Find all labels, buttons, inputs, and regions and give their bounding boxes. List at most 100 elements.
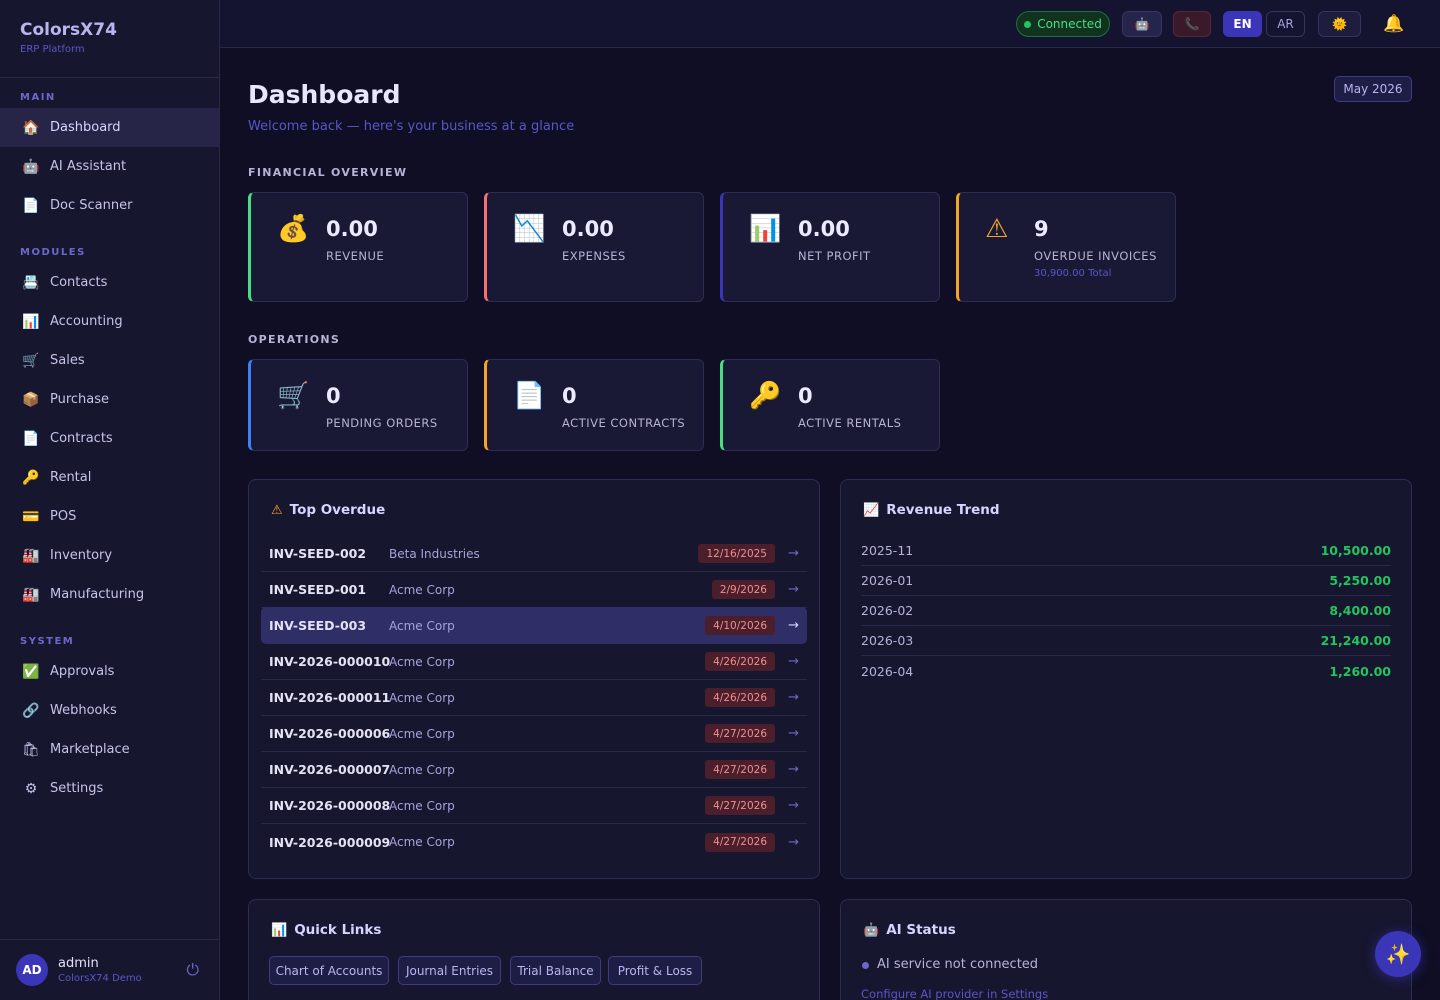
sidebar-item-accounting[interactable]: 📊 Accounting (0, 302, 219, 341)
sidebar-item-inventory[interactable]: 🏭 Inventory (0, 536, 219, 575)
arrow-right-icon[interactable]: → (788, 546, 799, 561)
sidebar-item-contacts[interactable]: 📇 Contacts (0, 263, 219, 302)
notifications-button[interactable]: 🔔 (1380, 11, 1408, 37)
table-row[interactable]: INV-SEED-003 Acme Corp 4/10/2026 → (261, 607, 807, 644)
sidebar-item-rental[interactable]: 🔑 Rental (0, 458, 219, 497)
month-selector[interactable]: May 2026 (1334, 76, 1412, 102)
sidebar-item-label: Inventory (50, 548, 113, 563)
quick-link-chart-of-accounts[interactable]: Chart of Accounts (269, 956, 389, 985)
quick-link-trial-balance[interactable]: Trial Balance (510, 956, 601, 985)
sidebar-item-label: Webhooks (50, 703, 117, 718)
power-icon[interactable]: ⏻ (186, 960, 199, 980)
ai-sparkle-button[interactable]: ✨ (1375, 931, 1421, 977)
table-row[interactable]: INV-SEED-001 Acme Corp 2/9/2026 → (261, 572, 807, 608)
sidebar-item-dashboard[interactable]: 🏠 Dashboard (0, 108, 219, 147)
sidebar-item-marketplace[interactable]: 🛍 Marketplace (0, 730, 219, 769)
pending-orders-card[interactable]: 🛒 0 PENDING ORDERS (248, 359, 468, 451)
sidebar-item-webhooks[interactable]: 🔗 Webhooks (0, 691, 219, 730)
phone-button[interactable]: 📞 (1173, 11, 1211, 37)
sidebar-item-contracts[interactable]: 📄 Contracts (0, 419, 219, 458)
active-contracts-label: ACTIVE CONTRACTS (562, 416, 686, 430)
arrow-right-icon[interactable]: → (788, 835, 799, 850)
arrow-right-icon[interactable]: → (788, 798, 799, 813)
sidebar-item-label: Contracts (50, 431, 113, 446)
key-icon: 🔑 (749, 381, 782, 411)
table-row[interactable]: INV-2026-000006 Acme Corp 4/27/2026 → (261, 716, 807, 752)
overdue-invoices-card[interactable]: ⚠ 9 OVERDUE INVOICES 30,900.00 Total (956, 192, 1176, 302)
net-profit-card[interactable]: 📊 0.00 NET PROFIT (720, 192, 940, 302)
brand-subtitle: ERP Platform (20, 44, 85, 55)
net-profit-value: 0.00 (798, 217, 850, 241)
quick-links-title-text: Quick Links (294, 922, 382, 938)
bar-chart-icon: 📊 (271, 922, 288, 938)
ai-status-text: AI service not connected (877, 957, 1039, 972)
sidebar-item-purchase[interactable]: 📦 Purchase (0, 380, 219, 419)
list-item: 2026-04 1,260.00 (861, 656, 1391, 686)
sidebar-item-doc-scanner[interactable]: 📄 Doc Scanner (0, 186, 219, 225)
arrow-right-icon[interactable]: → (788, 690, 799, 705)
arrow-right-icon[interactable]: → (788, 618, 799, 633)
arrow-right-icon[interactable]: → (788, 726, 799, 741)
gear-icon: ⚙ (24, 780, 38, 797)
expenses-value: 0.00 (562, 217, 614, 241)
sidebar-item-settings[interactable]: ⚙ Settings (0, 769, 219, 808)
lang-en-button[interactable]: EN (1223, 11, 1262, 37)
sidebar-item-manufacturing[interactable]: 🏭 Manufacturing (0, 575, 219, 614)
lang-ar-button[interactable]: AR (1266, 11, 1305, 37)
theme-toggle-button[interactable]: 🌞 (1318, 11, 1361, 37)
arrow-right-icon[interactable]: → (788, 582, 799, 597)
sidebar-item-label: Accounting (50, 314, 123, 329)
user-box: AD admin ColorsX74 Demo ⏻ (0, 939, 219, 1000)
sidebar-item-label: Rental (50, 470, 92, 485)
avatar[interactable]: AD (16, 954, 48, 986)
sidebar-item-label: Approvals (50, 664, 115, 679)
customer-name: Beta Industries (389, 546, 480, 561)
overdue-invoices-label: OVERDUE INVOICES (1034, 249, 1157, 263)
top-overdue-panel: ⚠ Top Overdue INV-SEED-002 Beta Industri… (248, 479, 820, 879)
sidebar-item-approvals[interactable]: ✅ Approvals (0, 652, 219, 691)
contacts-icon: 📇 (22, 274, 40, 291)
table-row[interactable]: INV-2026-000010 Acme Corp 4/26/2026 → (261, 644, 807, 680)
table-row[interactable]: INV-2026-000009 Acme Corp 4/27/2026 → (261, 824, 807, 860)
revenue-card[interactable]: 💰 0.00 REVENUE (248, 192, 468, 302)
sidebar-item-sales[interactable]: 🛒 Sales (0, 341, 219, 380)
configure-ai-link[interactable]: Configure AI provider in Settings (861, 987, 1048, 1000)
sparkle-icon: ✨ (1385, 942, 1411, 966)
sidebar-item-ai-assistant[interactable]: 🤖 AI Assistant (0, 147, 219, 186)
table-row[interactable]: INV-2026-000007 Acme Corp 4/27/2026 → (261, 752, 807, 788)
quick-links-title: 📊 Quick Links (271, 922, 381, 938)
invoice-number: INV-2026-000011 (269, 690, 391, 705)
table-row[interactable]: INV-2026-000008 Acme Corp 4/27/2026 → (261, 788, 807, 824)
document-icon: 📄 (22, 197, 40, 214)
package-icon: 📦 (22, 391, 40, 408)
sidebar-item-pos[interactable]: 💳 POS (0, 497, 219, 536)
active-rentals-card[interactable]: 🔑 0 ACTIVE RENTALS (720, 359, 940, 451)
brand[interactable]: ColorsX74 ERP Platform (0, 0, 219, 78)
due-date-badge: 4/27/2026 (705, 760, 775, 779)
invoice-number: INV-SEED-003 (269, 618, 367, 633)
table-row[interactable]: INV-2026-000011 Acme Corp 4/26/2026 → (261, 680, 807, 716)
customer-name: Acme Corp (389, 582, 455, 597)
quick-link-journal-entries[interactable]: Journal Entries (398, 956, 501, 985)
due-date-badge: 4/26/2026 (705, 652, 775, 671)
pending-orders-value: 0 (326, 384, 341, 408)
sidebar-item-label: AI Assistant (50, 159, 127, 174)
quick-link-profit-loss[interactable]: Profit & Loss (608, 956, 702, 985)
active-contracts-value: 0 (562, 384, 577, 408)
active-contracts-card[interactable]: 📄 0 ACTIVE CONTRACTS (484, 359, 704, 451)
ai-assistant-button[interactable]: 🤖 (1122, 11, 1162, 37)
arrow-right-icon[interactable]: → (788, 762, 799, 777)
due-date-badge: 12/16/2025 (698, 544, 775, 563)
trend-month: 2026-03 (861, 633, 914, 648)
sidebar-item-label: Manufacturing (50, 587, 145, 602)
shopping-bag-icon: 🛍 (22, 741, 40, 758)
sidebar-item-label: Marketplace (50, 742, 130, 757)
link-icon: 🔗 (22, 702, 40, 719)
connection-status-badge: Connected (1016, 11, 1110, 37)
expenses-card[interactable]: 📉 0.00 EXPENSES (484, 192, 704, 302)
arrow-right-icon[interactable]: → (788, 654, 799, 669)
revenue-label: REVENUE (326, 249, 385, 263)
revenue-trend-title-text: Revenue Trend (886, 502, 1000, 518)
invoice-number: INV-2026-000009 (269, 834, 391, 850)
table-row[interactable]: INV-SEED-002 Beta Industries 12/16/2025 … (261, 536, 807, 572)
